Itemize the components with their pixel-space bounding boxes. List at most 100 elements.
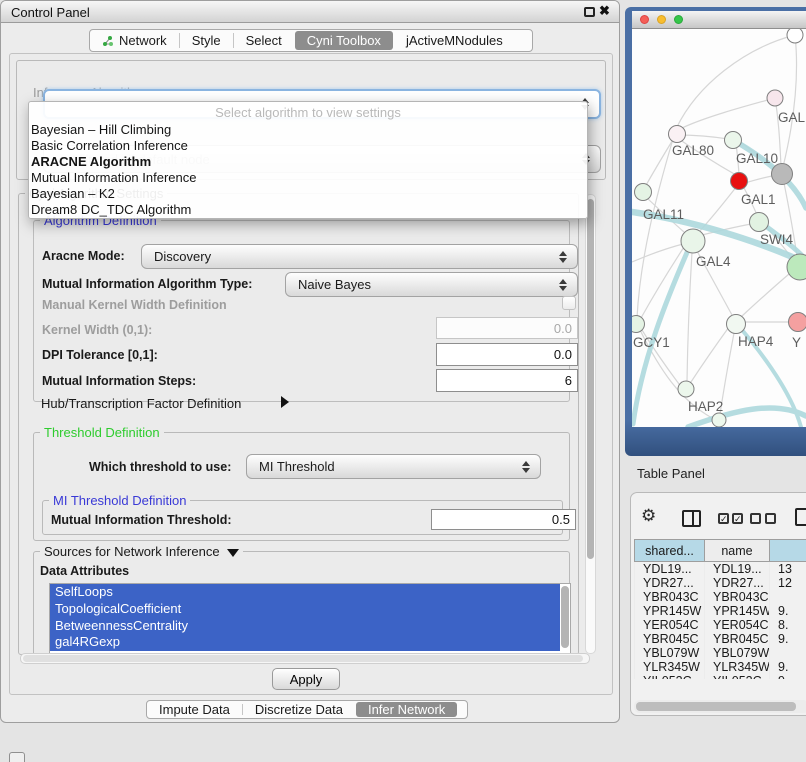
dropdown-item[interactable]: Bayesian – Hill Climbing (29, 122, 587, 138)
network-node-salmon[interactable] (789, 313, 806, 332)
table-row[interactable]: YBL079WYBL079W (635, 646, 806, 660)
mi-type-combo[interactable]: Naive Bayes (285, 272, 578, 297)
collapsed-arrow-icon[interactable] (281, 396, 289, 408)
settings-hscrollbar[interactable] (20, 653, 590, 664)
network-node-hap4[interactable] (727, 315, 746, 334)
control-panel-titlebar[interactable]: Control Panel ✖ (1, 1, 619, 23)
column-header-shared-name[interactable]: shared... (635, 540, 705, 562)
tab-network[interactable]: Network (90, 30, 179, 51)
cell[interactable]: YDR27... (705, 576, 770, 590)
apply-button[interactable]: Apply (272, 668, 340, 690)
cell[interactable]: YBL079W (705, 646, 770, 660)
cell[interactable]: YPR145W (705, 604, 770, 618)
cell[interactable]: YER054C (705, 618, 770, 632)
list-item-selected[interactable]: BetweennessCentrality (50, 618, 560, 635)
dropdown-item-selected[interactable]: ARACNE Algorithm (29, 154, 587, 170)
table-row[interactable]: YPR145WYPR145W9. (635, 604, 806, 618)
network-node-gray[interactable] (772, 164, 793, 185)
cell[interactable] (770, 646, 806, 660)
unselect-all-columns-icon[interactable] (750, 513, 776, 524)
table-row[interactable]: YLR345WYLR345W9. (635, 660, 806, 674)
cell[interactable]: YBR045C (705, 632, 770, 646)
network-node-gal80[interactable] (669, 126, 686, 143)
table-hscrollbar-thumb[interactable] (636, 702, 796, 711)
cell[interactable]: 9. (770, 632, 806, 646)
which-threshold-combo[interactable]: MI Threshold (246, 454, 541, 479)
settings-hscrollbar-thumb[interactable] (23, 655, 583, 662)
cell[interactable]: 9. (770, 660, 806, 674)
network-window-titlebar[interactable] (632, 11, 806, 29)
network-node-hap2[interactable] (678, 381, 694, 397)
cell[interactable]: YER054C (635, 618, 705, 632)
tab-select[interactable]: Select (234, 30, 294, 51)
tab-discretize-data[interactable]: Discretize Data (243, 701, 355, 718)
cell[interactable] (770, 590, 806, 604)
expanded-arrow-icon[interactable] (227, 549, 239, 557)
table-hscrollbar[interactable] (634, 700, 806, 713)
tab-cyni-toolbox[interactable]: Cyni Toolbox (295, 31, 393, 50)
close-icon[interactable]: ✖ (599, 3, 610, 19)
split-columns-icon[interactable] (682, 510, 701, 527)
list-item-selected[interactable]: SelfLoops (50, 584, 560, 601)
cell[interactable]: YBL079W (635, 646, 705, 660)
cell[interactable]: YDR27... (635, 576, 705, 590)
gear-icon[interactable]: ⚙ (641, 506, 656, 526)
select-all-columns-icon[interactable]: ✓✓ (718, 513, 743, 524)
network-node-gal4[interactable] (681, 229, 705, 253)
table-row[interactable]: YER054CYER054C8. (635, 618, 806, 632)
cell[interactable]: YBR043C (635, 590, 705, 604)
close-traffic-light[interactable] (640, 15, 649, 24)
tab-jactivemnodules[interactable]: jActiveMNodules (394, 30, 515, 51)
new-table-icon[interactable] (795, 508, 806, 526)
network-canvas[interactable]: GAL GAL80 GAL10 GAL1 GAL11 SWI4 GAL4 GCY… (632, 29, 806, 427)
settings-vscrollbar-thumb[interactable] (587, 199, 594, 559)
cell[interactable]: YLR345W (705, 660, 770, 674)
table-row[interactable]: YDL19...YDL19...13 (635, 562, 806, 577)
column-header[interactable] (770, 540, 806, 562)
list-item-selected[interactable]: gal4RGexp (50, 634, 560, 651)
cell[interactable]: 12 (770, 576, 806, 590)
float-window-icon[interactable] (584, 7, 595, 17)
network-node[interactable] (712, 413, 726, 427)
cell[interactable]: YDL19... (705, 562, 770, 577)
dpi-tolerance-field[interactable] (436, 343, 578, 366)
cell[interactable]: YBR045C (635, 632, 705, 646)
network-node-gal11[interactable] (635, 184, 652, 201)
table-row[interactable]: YBR045CYBR045C9. (635, 632, 806, 646)
network-node[interactable] (787, 29, 803, 43)
dropdown-item[interactable]: Mutual Information Inference (29, 170, 587, 186)
cell[interactable]: 9. (770, 604, 806, 618)
zoom-traffic-light[interactable] (674, 15, 683, 24)
cell[interactable]: YIL052C (705, 674, 770, 679)
minimized-panel-icon[interactable] (9, 752, 25, 762)
cell[interactable]: 13 (770, 562, 806, 577)
network-node-swi4[interactable] (750, 213, 769, 232)
list-item-selected[interactable]: TopologicalCoefficient (50, 601, 560, 618)
tab-impute-data[interactable]: Impute Data (147, 701, 242, 718)
aracne-mode-combo[interactable]: Discovery (141, 244, 578, 269)
dropdown-item[interactable]: Dream8 DC_TDC Algorithm (29, 202, 587, 218)
tab-infer-network[interactable]: Infer Network (356, 702, 457, 717)
column-header-name[interactable]: name (705, 540, 770, 562)
cell[interactable]: YPR145W (635, 604, 705, 618)
cell[interactable]: YDL19... (635, 562, 705, 577)
mi-threshold-field[interactable] (431, 509, 576, 530)
settings-vscrollbar[interactable] (585, 194, 596, 654)
dropdown-item[interactable]: Bayesian – K2 (29, 186, 587, 202)
network-node-gal10[interactable] (725, 132, 742, 149)
table-row[interactable]: YIL052CYIL052C9 (635, 674, 806, 679)
network-node-gcy1[interactable] (632, 316, 645, 333)
dropdown-item[interactable]: Basic Correlation Inference (29, 138, 587, 154)
cell[interactable]: 9 (770, 674, 806, 679)
tab-style[interactable]: Style (180, 30, 233, 51)
network-node[interactable] (767, 90, 783, 106)
minimize-traffic-light[interactable] (657, 15, 666, 24)
table-row[interactable]: YDR27...YDR27...12 (635, 576, 806, 590)
table-row[interactable]: YBR043CYBR043C (635, 590, 806, 604)
network-node-selected-red[interactable] (731, 173, 748, 190)
cell[interactable]: 8. (770, 618, 806, 632)
cell[interactable]: YBR043C (705, 590, 770, 604)
list-scrollbar[interactable] (561, 586, 569, 648)
cell[interactable]: YLR345W (635, 660, 705, 674)
mi-steps-field[interactable] (436, 369, 578, 392)
